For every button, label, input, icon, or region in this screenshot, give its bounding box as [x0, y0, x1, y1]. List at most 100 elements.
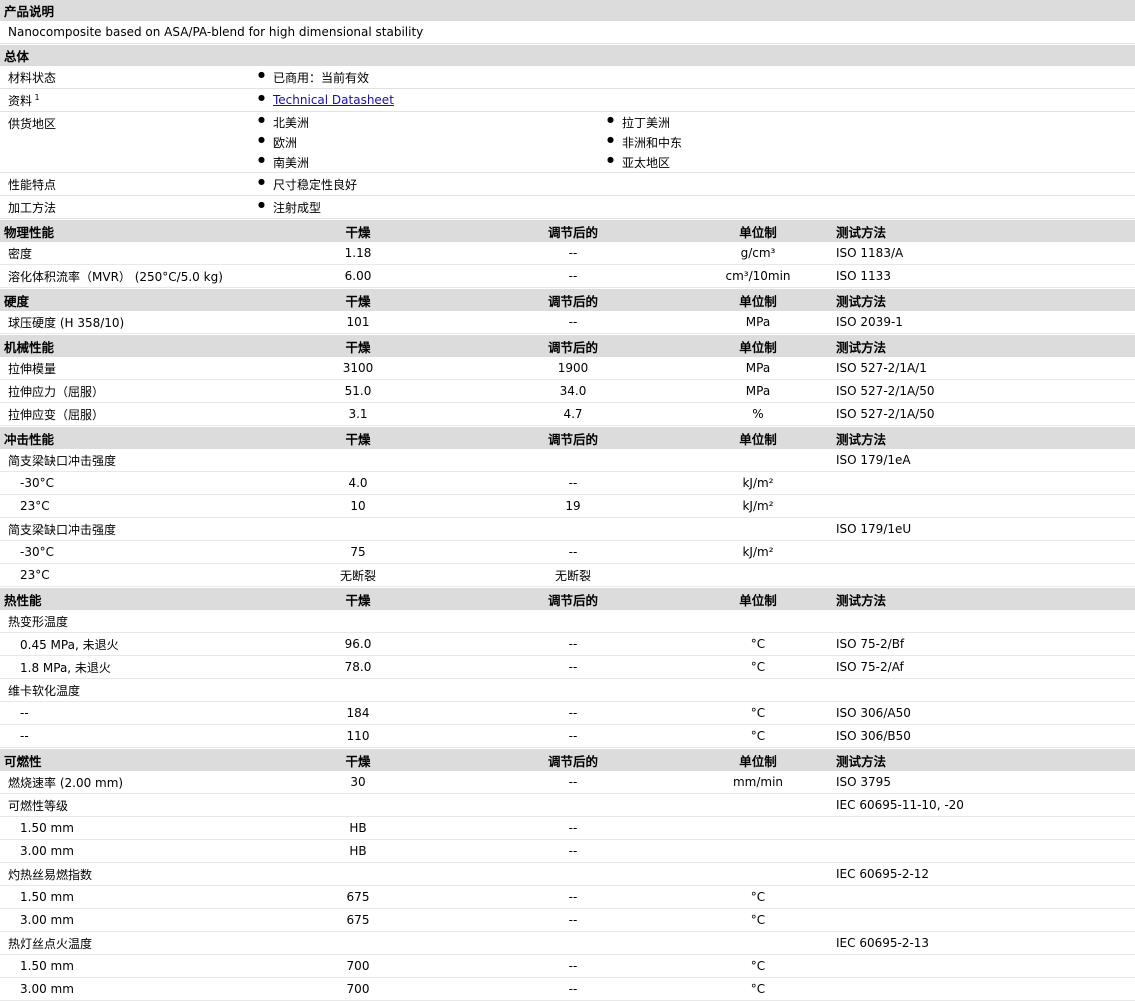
general-label-text: 供货地区: [8, 117, 57, 131]
column-header-method: 测试方法: [836, 224, 887, 240]
general-values: 北美洲 拉丁美洲欧洲 非洲和中东南美洲 亚太地区: [258, 112, 1135, 172]
property-name: 球压硬度 (H 358/10): [8, 315, 125, 330]
value-unit: °C: [750, 890, 766, 904]
test-method: ISO 2039-1: [836, 315, 903, 329]
section-header: 机械性能 干燥 调节后的 单位制 测试方法: [0, 334, 1135, 357]
datasheet-page: 产品说明 Nanocomposite based on ASA/PA-blend…: [0, 0, 1135, 1001]
section-header: 冲击性能 干燥 调节后的 单位制 测试方法: [0, 426, 1135, 449]
value-conditioned: --: [568, 729, 578, 743]
column-header-conditioned: 调节后的: [547, 592, 598, 608]
section-title: 硬度: [4, 293, 30, 309]
section-title: 冲击性能: [4, 431, 55, 447]
section-header: 热性能 干燥 调节后的 单位制 测试方法: [0, 587, 1135, 610]
properties-table: 物理性能 干燥 调节后的 单位制 测试方法 密度 1.18 -- g/cm³ ISO 1183/A…: [0, 219, 1135, 1001]
property-row: 3.00 mm 675 -- °C: [0, 909, 1135, 932]
value-conditioned: 34.0: [559, 384, 587, 398]
property-row: 0.45 MPa, 未退火 96.0 -- °C ISO 75-2/Bf: [0, 633, 1135, 656]
product-description-text: Nanocomposite based on ASA/PA-blend for …: [0, 21, 1135, 44]
column-header-dry: 干燥: [345, 224, 371, 240]
value-unit: cm³/10min: [725, 269, 791, 283]
value-conditioned: --: [568, 821, 578, 835]
column-header-dry: 干燥: [345, 339, 371, 355]
property-row: 1.50 mm 675 -- °C: [0, 886, 1135, 909]
property-row: 3.00 mm 700 -- °C: [0, 978, 1135, 1001]
general-value-item[interactable]: Technical Datasheet: [258, 90, 607, 110]
test-method: ISO 3795: [836, 775, 891, 789]
description-text: Nanocomposite based on ASA/PA-blend for …: [8, 25, 424, 39]
property-row: 23°C 10 19 kJ/m²: [0, 495, 1135, 518]
test-method: ISO 527-2/1A/50: [836, 384, 935, 398]
general-value-item: 拉丁美洲: [607, 112, 956, 132]
general-label-text: 资料: [8, 93, 33, 108]
value-dry: 101: [346, 315, 370, 329]
section-title: 产品说明: [4, 4, 55, 19]
technical-datasheet-link[interactable]: Technical Datasheet: [273, 93, 394, 107]
value-unit: %: [752, 407, 764, 421]
general-value-text: 欧洲: [273, 135, 298, 150]
column-header-conditioned: 调节后的: [547, 753, 598, 769]
value-conditioned: 1900: [557, 361, 589, 375]
property-row: 可燃性等级 IEC 60695-11-10, -20: [0, 794, 1135, 817]
value-dry: 700: [346, 959, 370, 973]
footnote-marker: 1: [32, 92, 40, 102]
property-row: 球压硬度 (H 358/10) 101 -- MPa ISO 2039-1: [0, 311, 1135, 334]
column-header-method: 测试方法: [836, 592, 887, 608]
property-row: 1.50 mm 700 -- °C: [0, 955, 1135, 978]
general-values: Technical Datasheet: [258, 90, 1135, 110]
value-dry: 无断裂: [339, 568, 376, 583]
value-unit: °C: [750, 706, 766, 720]
value-dry: 30: [350, 775, 366, 789]
value-dry: 675: [346, 913, 370, 927]
section-header: 硬度 干燥 调节后的 单位制 测试方法: [0, 288, 1135, 311]
property-row: -30°C 4.0 -- kJ/m²: [0, 472, 1135, 495]
test-method: ISO 527-2/1A/50: [836, 407, 935, 421]
value-dry: 700: [346, 982, 370, 996]
value-dry: 10: [350, 499, 366, 513]
value-conditioned: --: [568, 913, 578, 927]
property-name: 热灯丝点火温度: [8, 936, 93, 951]
value-dry: 51.0: [344, 384, 372, 398]
value-unit: kJ/m²: [742, 499, 774, 513]
column-header-conditioned: 调节后的: [547, 224, 598, 240]
column-header-dry: 干燥: [345, 431, 371, 447]
value-conditioned: 无断裂: [554, 568, 591, 583]
property-row: 拉伸应力（屈服） 51.0 34.0 MPa ISO 527-2/1A/50: [0, 380, 1135, 403]
section-header: 物理性能 干燥 调节后的 单位制 测试方法: [0, 219, 1135, 242]
general-value-text: 北美洲: [273, 115, 310, 130]
general-label: 资料 1: [0, 92, 258, 109]
general-row: 性能特点 尺寸稳定性良好: [0, 173, 1135, 196]
column-header-unit: 单位制: [739, 224, 777, 240]
value-unit: °C: [750, 729, 766, 743]
column-header-method: 测试方法: [836, 293, 887, 309]
value-dry: 1.18: [344, 246, 372, 260]
column-header-dry: 干燥: [345, 293, 371, 309]
column-header-conditioned: 调节后的: [547, 431, 598, 447]
value-dry: 184: [346, 706, 370, 720]
general-row: 资料 1 Technical Datasheet: [0, 89, 1135, 112]
property-row: 热灯丝点火温度 IEC 60695-2-13: [0, 932, 1135, 955]
general-label: 加工方法: [0, 199, 258, 216]
property-name: 燃烧速率 (2.00 mm): [8, 775, 124, 790]
value-conditioned: --: [568, 246, 578, 260]
general-value-item: 北美洲: [258, 112, 607, 132]
test-method: ISO 179/1eU: [836, 522, 912, 536]
value-unit: °C: [750, 913, 766, 927]
property-name: 简支梁缺口冲击强度: [8, 522, 117, 537]
property-row: 1.50 mm HB --: [0, 817, 1135, 840]
property-name: 维卡软化温度: [8, 683, 81, 698]
value-dry: HB: [349, 844, 367, 858]
column-header-unit: 单位制: [739, 339, 777, 355]
column-header-method: 测试方法: [836, 753, 887, 769]
property-name: -30°C: [20, 545, 54, 559]
general-values: 注射成型: [258, 197, 1135, 217]
value-dry: 78.0: [344, 660, 372, 674]
property-row: 拉伸应变（屈服） 3.1 4.7% ISO 527-2/1A/50: [0, 403, 1135, 426]
general-value-text: 南美洲: [273, 155, 310, 170]
general-value-item: 非洲和中东: [607, 132, 956, 152]
value-dry: 3100: [342, 361, 374, 375]
general-value-item: 已商用：当前有效: [258, 67, 607, 87]
section-title: 机械性能: [4, 339, 55, 355]
property-row: 密度 1.18 -- g/cm³ ISO 1183/A: [0, 242, 1135, 265]
general-value-text: 拉丁美洲: [622, 115, 671, 130]
property-name: 可燃性等级: [8, 798, 69, 813]
